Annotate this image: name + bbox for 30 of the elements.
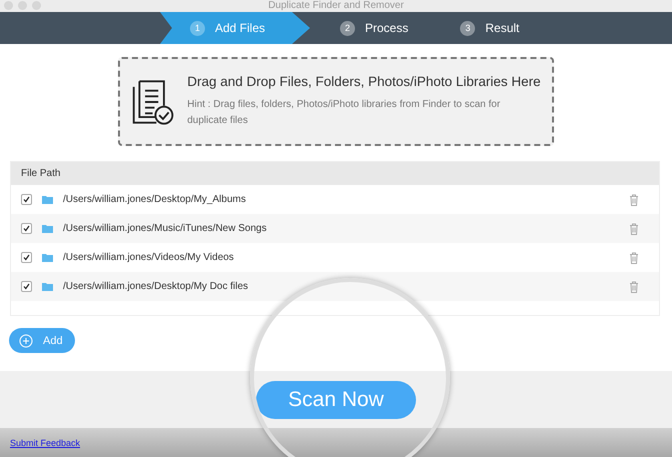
checkbox[interactable] (21, 281, 32, 292)
checkbox[interactable] (21, 194, 32, 205)
file-path: /Users/william.jones/Desktop/My Doc files (63, 281, 250, 292)
folder-icon (42, 282, 53, 291)
checkbox[interactable] (21, 252, 32, 263)
checkbox[interactable] (21, 223, 32, 234)
step-tab[interactable]: 3 Result (430, 12, 542, 44)
folder-icon (42, 195, 53, 204)
trash-icon[interactable] (629, 280, 639, 292)
trash-icon[interactable] (629, 252, 639, 264)
file-row[interactable]: /Users/william.jones/Desktop/My Doc files (11, 272, 659, 301)
drop-zone[interactable]: Drag and Drop Files, Folders, Photos/iPhoto Libraries Here Hint : Drag files, folders, Photos/iPhoto libraries from Finder to scan for duplicate files (118, 57, 554, 146)
column-header: File Path (11, 162, 659, 185)
window-title: Duplicate Finder and Remover (268, 0, 404, 12)
drop-title: Drag and Drop Files, Folders, Photos/iPhoto Libraries Here (187, 74, 542, 89)
step-number: 3 (460, 20, 476, 36)
trash-icon[interactable] (629, 222, 639, 234)
file-path: /Users/william.jones/Videos/My Videos (63, 252, 235, 263)
folder-icon (42, 224, 53, 233)
file-path: /Users/william.jones/Desktop/My_Albums (63, 194, 247, 205)
step-tab[interactable]: 2 Process (310, 12, 430, 44)
file-path: /Users/william.jones/Music/iTunes/New Songs (63, 223, 268, 234)
file-row[interactable]: /Users/william.jones/Music/iTunes/New Songs (11, 214, 659, 243)
plus-icon (19, 334, 33, 348)
trash-icon[interactable] (629, 194, 639, 206)
folder-icon (42, 253, 53, 262)
submit-feedback-link[interactable]: Submit Feedback (10, 438, 80, 448)
drop-hint: Hint : Drag files, folders, Photos/iPhoto libraries from Finder to scan for duplicate files (187, 98, 502, 128)
step-number: 1 (190, 20, 205, 36)
step-number: 2 (340, 20, 355, 36)
